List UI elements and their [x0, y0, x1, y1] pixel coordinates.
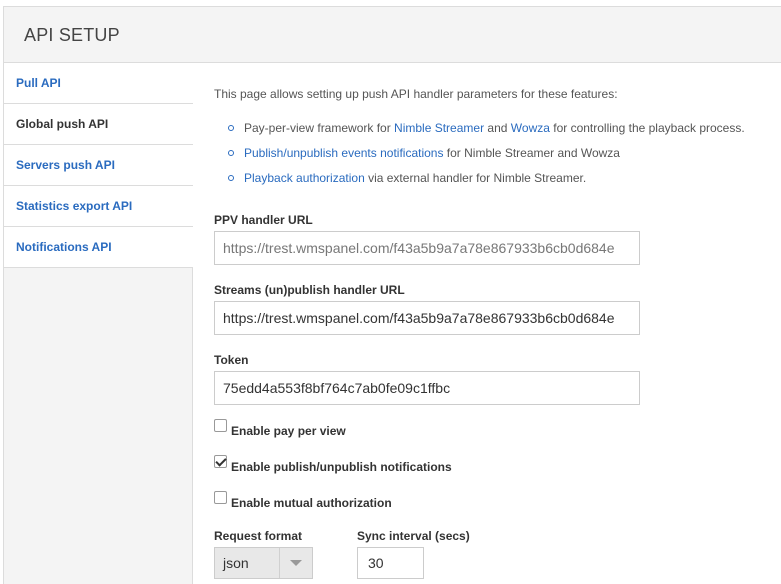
sidebar-item-pull-api[interactable]: Pull API — [4, 63, 193, 104]
sidebar: Pull API Global push API Servers push AP… — [4, 63, 193, 584]
streams-url-label: Streams (un)publish handler URL — [214, 283, 405, 297]
list-item: Publish/unpublish events notifications f… — [228, 146, 745, 171]
page-title: API SETUP — [24, 25, 120, 45]
request-format-label: Request format — [214, 529, 303, 543]
bullet-icon — [228, 125, 234, 131]
panel-header: API SETUP — [4, 7, 781, 63]
publish-notifications-link[interactable]: Publish/unpublish events notifications — [244, 146, 443, 160]
nimble-streamer-link[interactable]: Nimble Streamer — [394, 121, 484, 135]
playback-authorization-link[interactable]: Playback authorization — [244, 171, 365, 185]
streams-url-input[interactable]: https://trest.wmspanel.com/f43a5b9a7a78e… — [214, 301, 640, 335]
sidebar-item-statistics-export-api[interactable]: Statistics export API — [4, 186, 193, 227]
main-content: This page allows setting up push API han… — [194, 63, 781, 584]
enable-mutual-auth-checkbox[interactable] — [214, 491, 227, 504]
token-label: Token — [214, 353, 249, 367]
request-format-select[interactable]: json — [214, 547, 313, 579]
token-input[interactable]: 75edd4a553f8bf764c7ab0fe09c1ffbc — [214, 371, 640, 405]
list-item: Playback authorization via external hand… — [228, 171, 745, 196]
wowza-link[interactable]: Wowza — [511, 121, 550, 135]
bullet-icon — [228, 175, 234, 181]
sync-interval-label: Sync interval (secs) — [357, 529, 470, 543]
sidebar-item-global-push-api[interactable]: Global push API — [4, 104, 193, 145]
sidebar-item-servers-push-api[interactable]: Servers push API — [4, 145, 193, 186]
chevron-down-icon — [290, 560, 302, 566]
bullet-icon — [228, 150, 234, 156]
enable-ppv-checkbox[interactable] — [214, 419, 227, 432]
sidebar-item-notifications-api[interactable]: Notifications API — [4, 227, 193, 268]
ppv-url-label: PPV handler URL — [214, 213, 313, 227]
ppv-url-input[interactable]: https://trest.wmspanel.com/f43a5b9a7a78e… — [214, 231, 640, 265]
sync-interval-input[interactable]: 30 — [357, 547, 424, 579]
intro-text: This page allows setting up push API han… — [214, 87, 618, 101]
api-setup-panel: API SETUP Pull API Global push API Serve… — [3, 6, 781, 584]
list-item: Pay-per-view framework for Nimble Stream… — [228, 121, 745, 146]
feature-list: Pay-per-view framework for Nimble Stream… — [228, 121, 745, 196]
enable-notifications-checkbox[interactable] — [214, 455, 227, 468]
